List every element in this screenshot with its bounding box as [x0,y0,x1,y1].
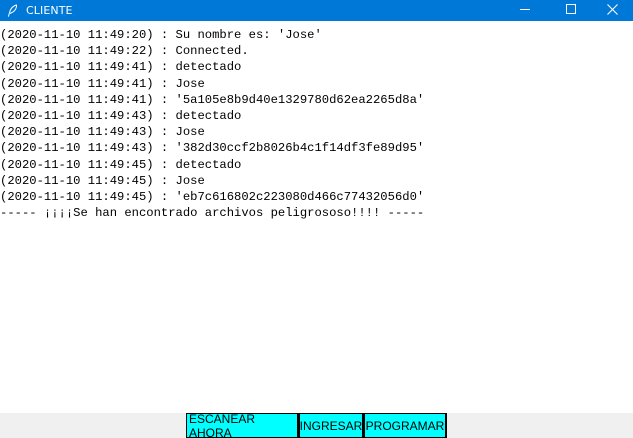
window-title: CLIENTE [26,4,73,17]
minimize-button[interactable] [502,0,548,21]
log-line: (2020-11-10 11:49:43) : Jose [0,125,205,140]
log-line: (2020-11-10 11:49:41) : '5a105e8b9d40e13… [0,92,425,107]
minimize-icon [520,4,530,17]
close-button[interactable] [592,0,633,21]
log-line: (2020-11-10 11:49:41) : Jose [0,76,205,91]
log-line: (2020-11-10 11:49:41) : detectado [0,60,242,75]
feather-icon [7,4,18,17]
log-line: (2020-11-10 11:49:43) : '382d30ccf2b8026… [0,141,425,156]
log-line: (2020-11-10 11:49:45) : Jose [0,173,205,188]
maximize-button[interactable] [548,0,594,21]
button-bar: ESCANEAR AHORA INGRESAR PROGRAMAR [0,412,633,438]
programar-button[interactable]: PROGRAMAR [364,413,447,438]
log-line: (2020-11-10 11:49:45) : 'eb7c616802c2230… [0,189,425,204]
log-output[interactable]: (2020-11-10 11:49:20) : Su nombre es: 'J… [0,26,633,413]
title-bar[interactable]: CLIENTE [0,0,633,21]
client-window: CLIENTE (2020-11-10 11:49:20) : Su nombr… [0,0,633,438]
warning-line: ----- ¡¡¡¡Se han encontrado archivos pel… [0,206,425,221]
log-line: (2020-11-10 11:49:20) : Su nombre es: 'J… [0,28,322,42]
log-line: (2020-11-10 11:49:43) : detectado [0,108,242,123]
close-icon [607,3,618,18]
log-line: (2020-11-10 11:49:22) : Connected. [0,44,249,59]
maximize-icon [566,4,576,17]
log-line: (2020-11-10 11:49:45) : detectado [0,157,242,172]
ingresar-button[interactable]: INGRESAR [299,413,364,438]
scan-now-button[interactable]: ESCANEAR AHORA [186,412,299,438]
